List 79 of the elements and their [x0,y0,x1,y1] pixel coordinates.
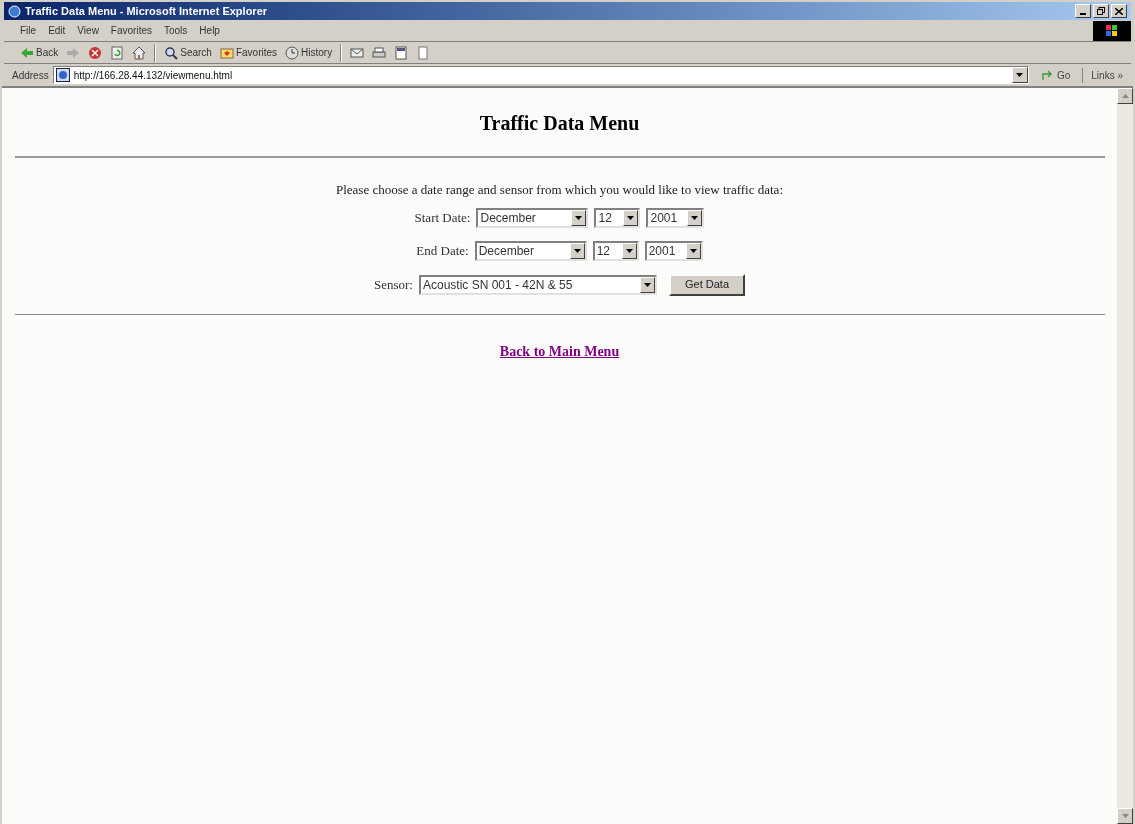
dropdown[interactable]: 12 [594,207,641,228]
scroll-up-button[interactable] [1117,88,1133,104]
back-arrow-icon [20,45,34,60]
windows-flag-icon [1106,24,1118,37]
edit-button[interactable] [394,45,409,60]
globe-icon [8,4,21,18]
links-button[interactable]: Links » [1082,67,1131,83]
close-button[interactable] [1111,4,1127,18]
page-icon [55,68,70,82]
main-menu-link[interactable]: Back to Main Menu [499,340,620,362]
dropdown[interactable]: 2001 [646,207,705,228]
address-dropdown-button[interactable] [1011,67,1028,83]
dropdown-button[interactable] [621,242,637,259]
caret-icon [689,248,697,253]
caret-up-icon [1121,94,1129,98]
address-url: http://166.28.44.132/viewmenu.html [73,68,233,83]
search-icon [164,45,179,60]
back-button[interactable]: Back [20,45,59,60]
go-button[interactable]: Go [1032,67,1079,83]
home-icon [132,45,147,60]
mail-button[interactable] [350,45,365,60]
menu-item[interactable]: File [16,23,41,38]
menu-item[interactable]: View [73,23,103,38]
address-field[interactable]: http://166.28.44.132/viewmenu.html [52,66,1029,84]
caret-icon [1016,73,1024,77]
dropdown-button[interactable] [687,209,703,226]
envelope-icon [350,45,365,60]
folder-icon [219,45,234,60]
dropdown[interactable]: 2001 [644,240,703,261]
restore-icon [1097,7,1105,15]
dropdown-button[interactable] [571,209,587,226]
dropdown-button[interactable] [569,242,585,259]
history-button[interactable]: History [285,45,333,60]
dropdown[interactable]: December [474,240,587,261]
maximize-button[interactable] [1093,4,1109,18]
forward-arrow-icon [66,45,81,60]
menu-item[interactable]: Edit [44,23,70,38]
document-edit-icon [394,45,409,60]
clock-icon [285,45,300,60]
menu-item[interactable]: Tools [160,23,192,38]
caret-icon [625,248,633,253]
dropdown[interactable]: Acoustic SN 001 - 42N & 55 [419,274,657,295]
instructions-text: Please choose a date range and sensor from which you would like to view traffic data: [335,181,783,199]
printer-icon [372,45,387,60]
scrollbar[interactable] [1117,88,1133,824]
search-button[interactable]: Search [164,45,212,60]
print-button[interactable] [372,45,387,60]
dropdown-button[interactable] [685,242,701,259]
get-data-button[interactable]: Get Data [669,273,745,296]
menu-item[interactable]: Help [195,23,224,38]
document-icon [416,45,431,60]
menu-item[interactable]: Favorites [106,23,156,38]
field-label: Start Date: [414,208,471,227]
refresh-icon [110,45,125,60]
stop-button[interactable] [88,45,103,60]
minimize-button[interactable] [1075,4,1091,18]
dropdown-button[interactable] [623,209,639,226]
dropdown-button[interactable] [640,276,655,293]
go-arrow-icon [1040,70,1053,80]
page-heading: Traffic Data Menu [479,111,640,136]
caret-icon [691,215,699,220]
close-icon [1115,7,1123,15]
caret-icon [573,248,581,253]
refresh-button[interactable] [110,45,125,60]
minimize-icon [1080,13,1086,15]
dropdown[interactable]: 12 [592,240,639,261]
dropdown[interactable]: December [476,207,589,228]
caret-icon [644,282,651,287]
scroll-down-button[interactable] [1117,808,1133,824]
caret-icon [575,215,583,220]
stop-icon [88,45,103,60]
home-button[interactable] [132,45,147,60]
address-label: Address [12,68,49,83]
field-label: End Date: [416,241,469,260]
favorites-button[interactable]: Favorites [219,45,278,60]
field-label: Sensor: [374,275,413,294]
caret-icon [1121,814,1129,818]
window-title: Traffic Data Menu - Microsoft Internet Explorer [25,3,268,19]
caret-icon [627,215,635,220]
